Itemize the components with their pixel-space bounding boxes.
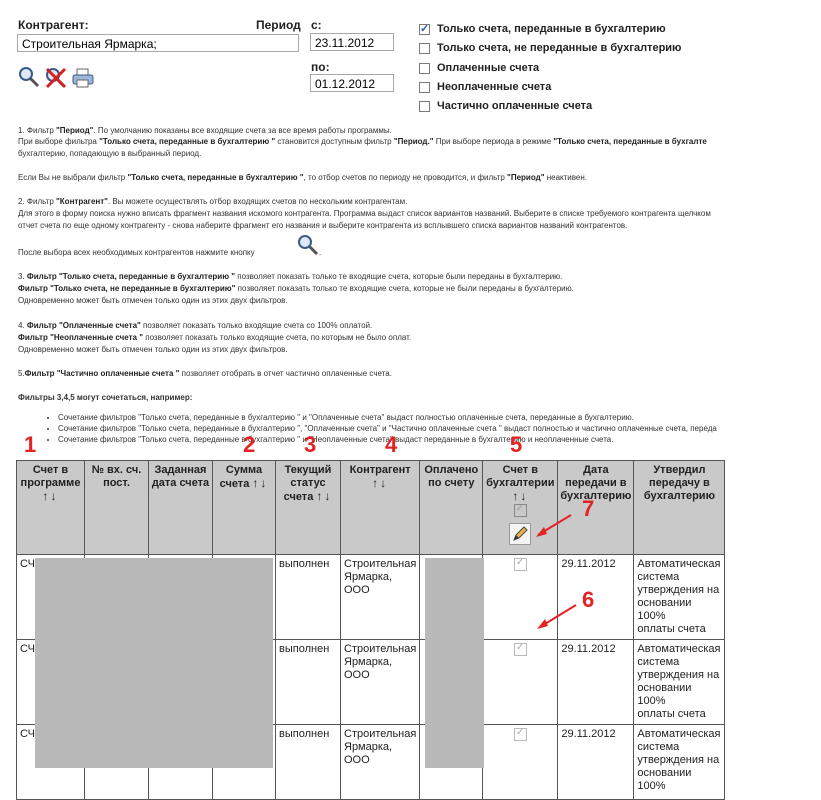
arrowhead (536, 527, 547, 537)
arrowhead (537, 619, 548, 629)
annotation-arrows (536, 514, 577, 629)
